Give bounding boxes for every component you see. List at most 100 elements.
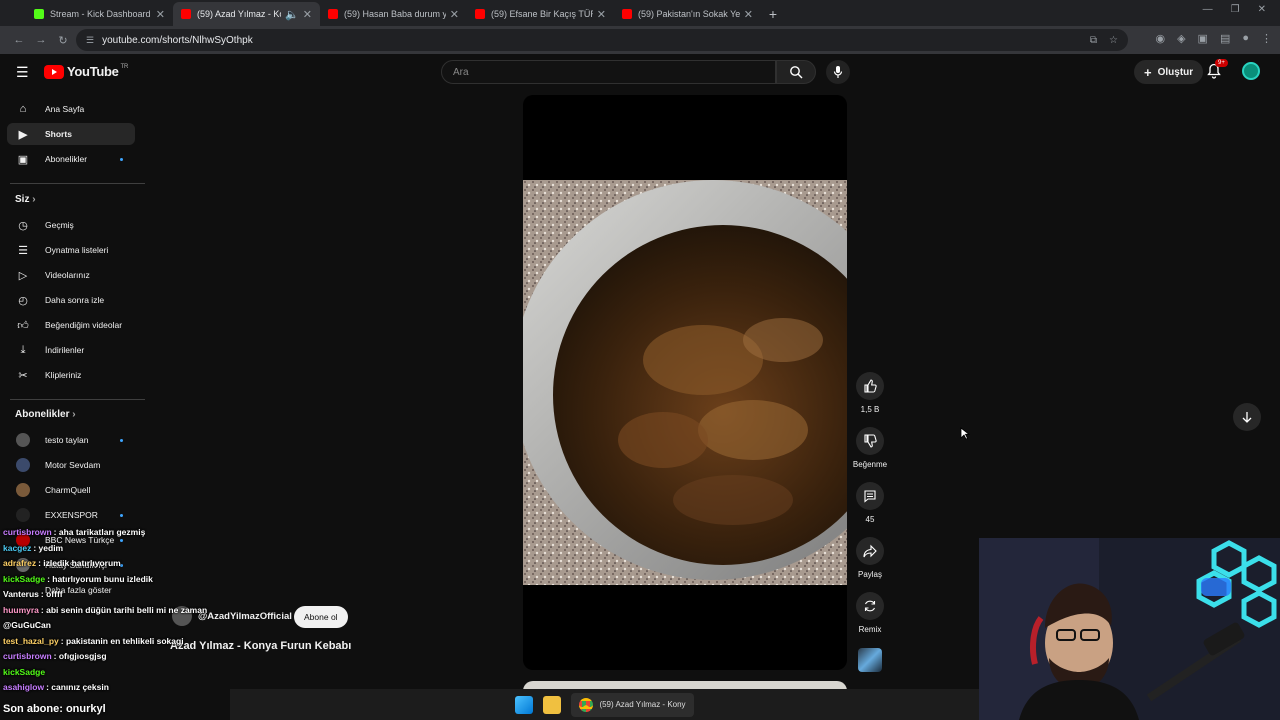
share-button[interactable]: Paylaş xyxy=(846,537,894,579)
chat-message: kickSadge: hatırlıyorum bunu izledik xyxy=(3,574,153,584)
sidebar-item[interactable]: ✂ Klipleriniz xyxy=(7,364,135,386)
your-videos-icon: ▷ xyxy=(18,269,28,282)
sidebar-item[interactable]: ▷ Videolarınız xyxy=(7,264,135,286)
sidebar-item[interactable]: ◷ Geçmiş xyxy=(7,214,135,236)
extensions-puzzle-icon[interactable]: ▣ xyxy=(1198,32,1208,45)
remix-icon xyxy=(864,600,876,612)
chat-username: kickSadge xyxy=(3,666,46,677)
browser-tab[interactable]: (59) Hasan Baba durum yemeği ✕ xyxy=(320,2,467,26)
new-tab-button[interactable]: + xyxy=(761,2,785,26)
chat-text: : offff xyxy=(40,589,63,599)
chat-message: @GuGuCan xyxy=(3,620,53,630)
search-input[interactable]: Ara xyxy=(441,60,776,84)
sidebar-item[interactable]: ☰ Oynatma listeleri xyxy=(7,239,135,261)
address-bar[interactable]: ☰ youtube.com/shorts/NlhwSyOthpk ⧉ ☆ xyxy=(76,29,1128,51)
chrome-icon xyxy=(579,697,594,712)
file-explorer-icon[interactable] xyxy=(543,695,562,714)
sidebar-item[interactable]: CharmQuell xyxy=(7,479,135,501)
url-text: youtube.com/shorts/NlhwSyOthpk xyxy=(102,34,253,46)
subscriptions-section-header[interactable]: Abonelikler › xyxy=(15,409,76,420)
forward-icon[interactable]: → xyxy=(30,34,52,46)
comments-button[interactable]: 45 xyxy=(846,482,894,524)
sidepanel-icon[interactable]: ▤ xyxy=(1220,32,1230,45)
minimize-icon[interactable]: — xyxy=(1203,4,1213,15)
create-button[interactable]: + Oluştur xyxy=(1134,60,1204,84)
chat-username: asahiglow xyxy=(3,682,45,692)
browser-toolbar: ← → ↻ ☰ youtube.com/shorts/NlhwSyOthpk ⧉… xyxy=(0,26,1280,54)
like-count: 1,5 B xyxy=(860,405,880,414)
chat-message: curtisbrown: ofıgjıosgjsg xyxy=(3,651,107,661)
sidebar-item[interactable]: testo taylan xyxy=(7,429,135,451)
sound-thumbnail[interactable] xyxy=(858,648,882,672)
taskbar-chrome-item[interactable]: (59) Azad Yılmaz - Kony xyxy=(571,692,694,717)
chat-username: curtisbrown xyxy=(3,651,52,661)
bookmark-star-icon[interactable]: ☆ xyxy=(1109,35,1118,46)
guide-menu-icon[interactable]: ☰ xyxy=(16,64,29,81)
maximize-icon[interactable]: ❐ xyxy=(1231,4,1240,15)
account-avatar[interactable] xyxy=(1242,62,1260,80)
profile-icon[interactable]: ● xyxy=(1242,32,1249,45)
install-icon[interactable]: ⧉ xyxy=(1090,35,1097,46)
sidebar-item-label: Videolarınız xyxy=(45,270,90,280)
tab-title: Stream - Kick Dashboard xyxy=(50,9,151,19)
window-controls: — ❐ ✕ xyxy=(1189,0,1280,19)
remix-label: Remix xyxy=(858,625,882,634)
sidebar-item[interactable]: ⤓ İndirilenler xyxy=(7,339,135,361)
browser-menu-icon[interactable]: ⋮ xyxy=(1261,32,1272,45)
browser-tab[interactable]: Stream - Kick Dashboard ✕ xyxy=(26,2,173,26)
tab-favicon-icon xyxy=(622,9,632,19)
youtube-logo[interactable]: YouTube TR xyxy=(44,64,128,79)
search-icon xyxy=(790,66,803,79)
arrow-down-icon xyxy=(1242,412,1252,423)
tab-close-icon[interactable]: ✕ xyxy=(744,8,753,21)
close-window-icon[interactable]: ✕ xyxy=(1258,4,1266,15)
chat-text: : aha tarikatları gezmiş xyxy=(53,527,146,537)
sidebar-item-label: Shorts xyxy=(45,129,72,139)
tab-close-icon[interactable]: ✕ xyxy=(450,8,459,21)
chat-message: test_hazal_py: pakistanin en tehlikeli s… xyxy=(3,636,184,646)
chevron-right-icon: › xyxy=(72,409,76,420)
chat-username: adrafrez xyxy=(3,558,37,568)
sidebar-item[interactable]: 👍︎ Beğendiğim videolar xyxy=(7,314,135,336)
notifications-button[interactable]: 9+ xyxy=(1207,59,1228,84)
sidebar-item[interactable]: ◴ Daha sonra izle xyxy=(7,289,135,311)
sidebar-item[interactable]: ▶ Shorts xyxy=(7,123,135,145)
browser-tab[interactable]: (59) Pakistan'ın Sokak Yemekleri ✕ xyxy=(614,2,761,26)
sidebar-item[interactable]: Motor Sevdam xyxy=(7,454,135,476)
browser-tab[interactable]: (59) Azad Yılmaz - Konya Fırın 🔈 ✕ xyxy=(173,2,320,26)
shorts-icon: ▶ xyxy=(18,128,28,141)
voice-search-button[interactable] xyxy=(826,60,850,84)
reload-icon[interactable]: ↻ xyxy=(52,34,74,47)
extension-icon[interactable]: ◈ xyxy=(1177,32,1185,45)
you-section-header[interactable]: Siz › xyxy=(15,194,36,205)
extensions-area: ◉ ◈ ▣ ▤ ● ⋮ xyxy=(1155,32,1272,45)
windows-start-icon[interactable] xyxy=(515,695,534,714)
sidebar-item[interactable]: ⌂ Ana Sayfa xyxy=(7,98,135,120)
next-video-button[interactable] xyxy=(1233,403,1261,431)
sidebar-item-label: Klipleriniz xyxy=(45,370,82,380)
like-button[interactable]: 1,5 B xyxy=(846,372,894,414)
tab-close-icon[interactable]: ✕ xyxy=(156,8,165,21)
remix-button[interactable]: Remix xyxy=(846,592,894,634)
sidebar-item[interactable]: EXXENSPOR xyxy=(7,504,135,526)
tab-close-icon[interactable]: ✕ xyxy=(597,8,606,21)
tab-favicon-icon xyxy=(181,9,191,19)
shorts-player[interactable] xyxy=(523,95,847,670)
dislike-button[interactable]: Beğenme xyxy=(846,427,894,469)
tab-close-icon[interactable]: ✕ xyxy=(303,8,312,21)
webcam-overlay xyxy=(979,538,1280,720)
extension-icon[interactable]: ◉ xyxy=(1155,32,1165,45)
chat-username: test_hazal_py xyxy=(3,635,59,646)
search-button[interactable] xyxy=(776,60,816,84)
channel-avatar xyxy=(16,483,30,497)
tab-favicon-icon xyxy=(328,9,338,19)
tab-audio-icon[interactable]: 🔈 xyxy=(285,8,299,21)
sidebar-item-label: Daha sonra izle xyxy=(45,295,105,305)
site-info-icon[interactable]: ☰ xyxy=(86,35,94,46)
subscribe-button[interactable]: Abone ol xyxy=(294,606,348,628)
chat-text: : ofıgjıosgjsg xyxy=(53,651,107,661)
sidebar-item[interactable]: ▣ Abonelikler xyxy=(7,148,135,170)
back-icon[interactable]: ← xyxy=(8,34,30,46)
browser-tab[interactable]: (59) Efsane Bir Kaçış TÜRKİYE'DE ✕ xyxy=(467,2,614,26)
chat-text: : yedim xyxy=(33,542,64,553)
